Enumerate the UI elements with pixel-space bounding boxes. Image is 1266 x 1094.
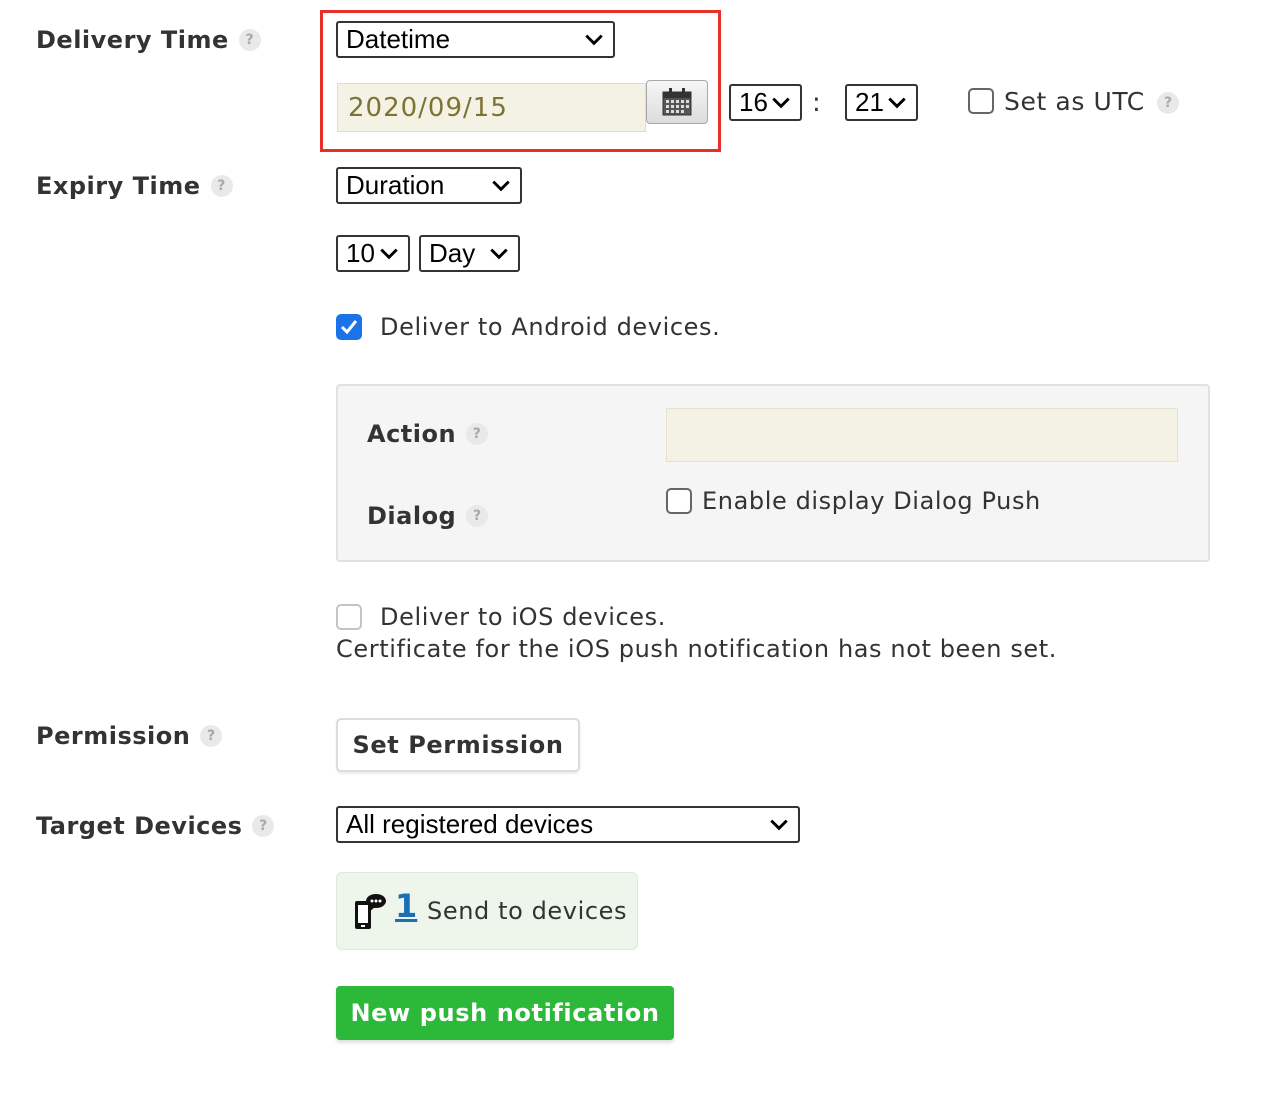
- target-devices-label: Target Devices ?: [36, 812, 275, 840]
- dialog-help-icon[interactable]: ?: [466, 505, 489, 527]
- mobile-message-icon: [355, 894, 386, 929]
- calendar-icon: [662, 88, 692, 116]
- android-deliver-label: Deliver to Android devices.: [380, 313, 721, 341]
- ios-certificate-note: Certificate for the iOS push notificatio…: [336, 635, 1058, 663]
- dialog-label-text: Dialog: [367, 502, 457, 530]
- action-label-text: Action: [367, 420, 457, 448]
- calendar-button[interactable]: [646, 80, 708, 124]
- expiry-mode-value: Duration: [346, 170, 445, 200]
- permission-help-icon[interactable]: ?: [200, 725, 223, 747]
- hour-select[interactable]: 16: [729, 84, 802, 121]
- checkmark-icon: [340, 320, 358, 335]
- chevron-down-icon: [380, 248, 398, 259]
- permission-label-text: Permission: [36, 722, 191, 750]
- send-to-devices-box: 1 Send to devices: [336, 872, 638, 950]
- chevron-down-icon: [585, 34, 603, 45]
- delivery-date-input[interactable]: 2020/09/15: [337, 83, 646, 132]
- set-permission-button-label: Set Permission: [352, 731, 564, 759]
- minute-value: 21: [855, 87, 884, 117]
- device-count-link[interactable]: 1: [395, 887, 417, 925]
- hour-value: 16: [739, 87, 768, 117]
- set-as-utc-label: Set as UTC: [1004, 87, 1145, 116]
- delivery-mode-select[interactable]: Datetime: [336, 21, 615, 58]
- chevron-down-icon: [888, 97, 906, 108]
- target-devices-help-icon[interactable]: ?: [252, 815, 275, 837]
- expiry-unit-select[interactable]: Day: [419, 235, 520, 272]
- action-help-icon[interactable]: ?: [466, 423, 489, 445]
- chevron-down-icon: [492, 180, 510, 191]
- delivery-mode-value: Datetime: [346, 24, 451, 54]
- send-to-devices-label: Send to devices: [427, 897, 628, 925]
- target-devices-label-text: Target Devices: [36, 812, 243, 840]
- expiry-time-label: Expiry Time ?: [36, 172, 233, 200]
- minute-select[interactable]: 21: [845, 84, 918, 121]
- time-separator: :: [812, 88, 822, 118]
- expiry-time-help-icon[interactable]: ?: [210, 175, 233, 197]
- delivery-time-label-text: Delivery Time: [36, 26, 229, 54]
- expiry-time-label-text: Expiry Time: [36, 172, 201, 200]
- delivery-time-label: Delivery Time ?: [36, 26, 261, 54]
- set-as-utc-help-icon[interactable]: ?: [1157, 92, 1179, 114]
- new-push-notification-label: New push notification: [350, 999, 660, 1027]
- ios-deliver-checkbox: [336, 604, 362, 630]
- new-push-notification-button[interactable]: New push notification: [336, 986, 674, 1040]
- dialog-label: Dialog ?: [367, 502, 489, 530]
- target-devices-value: All registered devices: [346, 809, 594, 839]
- delivery-date-value: 2020/09/15: [348, 92, 508, 123]
- ios-deliver-label: Deliver to iOS devices.: [380, 603, 666, 631]
- expiry-unit-value: Day: [429, 238, 476, 268]
- chevron-down-icon: [490, 248, 508, 259]
- expiry-amount-value: 10: [346, 238, 375, 268]
- dialog-option-label: Enable display Dialog Push: [702, 487, 1041, 515]
- dialog-checkbox[interactable]: [666, 488, 692, 514]
- set-as-utc-checkbox[interactable]: [968, 88, 994, 114]
- expiry-mode-select[interactable]: Duration: [336, 167, 522, 204]
- chevron-down-icon: [772, 97, 790, 108]
- permission-label: Permission ?: [36, 722, 223, 750]
- expiry-amount-select[interactable]: 10: [336, 235, 410, 272]
- chevron-down-icon: [770, 819, 788, 830]
- set-permission-button[interactable]: Set Permission: [336, 718, 580, 772]
- target-devices-select[interactable]: All registered devices: [336, 806, 800, 843]
- action-input[interactable]: [666, 408, 1178, 462]
- action-label: Action ?: [367, 420, 489, 448]
- delivery-time-help-icon[interactable]: ?: [238, 29, 261, 51]
- android-deliver-checkbox[interactable]: [336, 314, 362, 340]
